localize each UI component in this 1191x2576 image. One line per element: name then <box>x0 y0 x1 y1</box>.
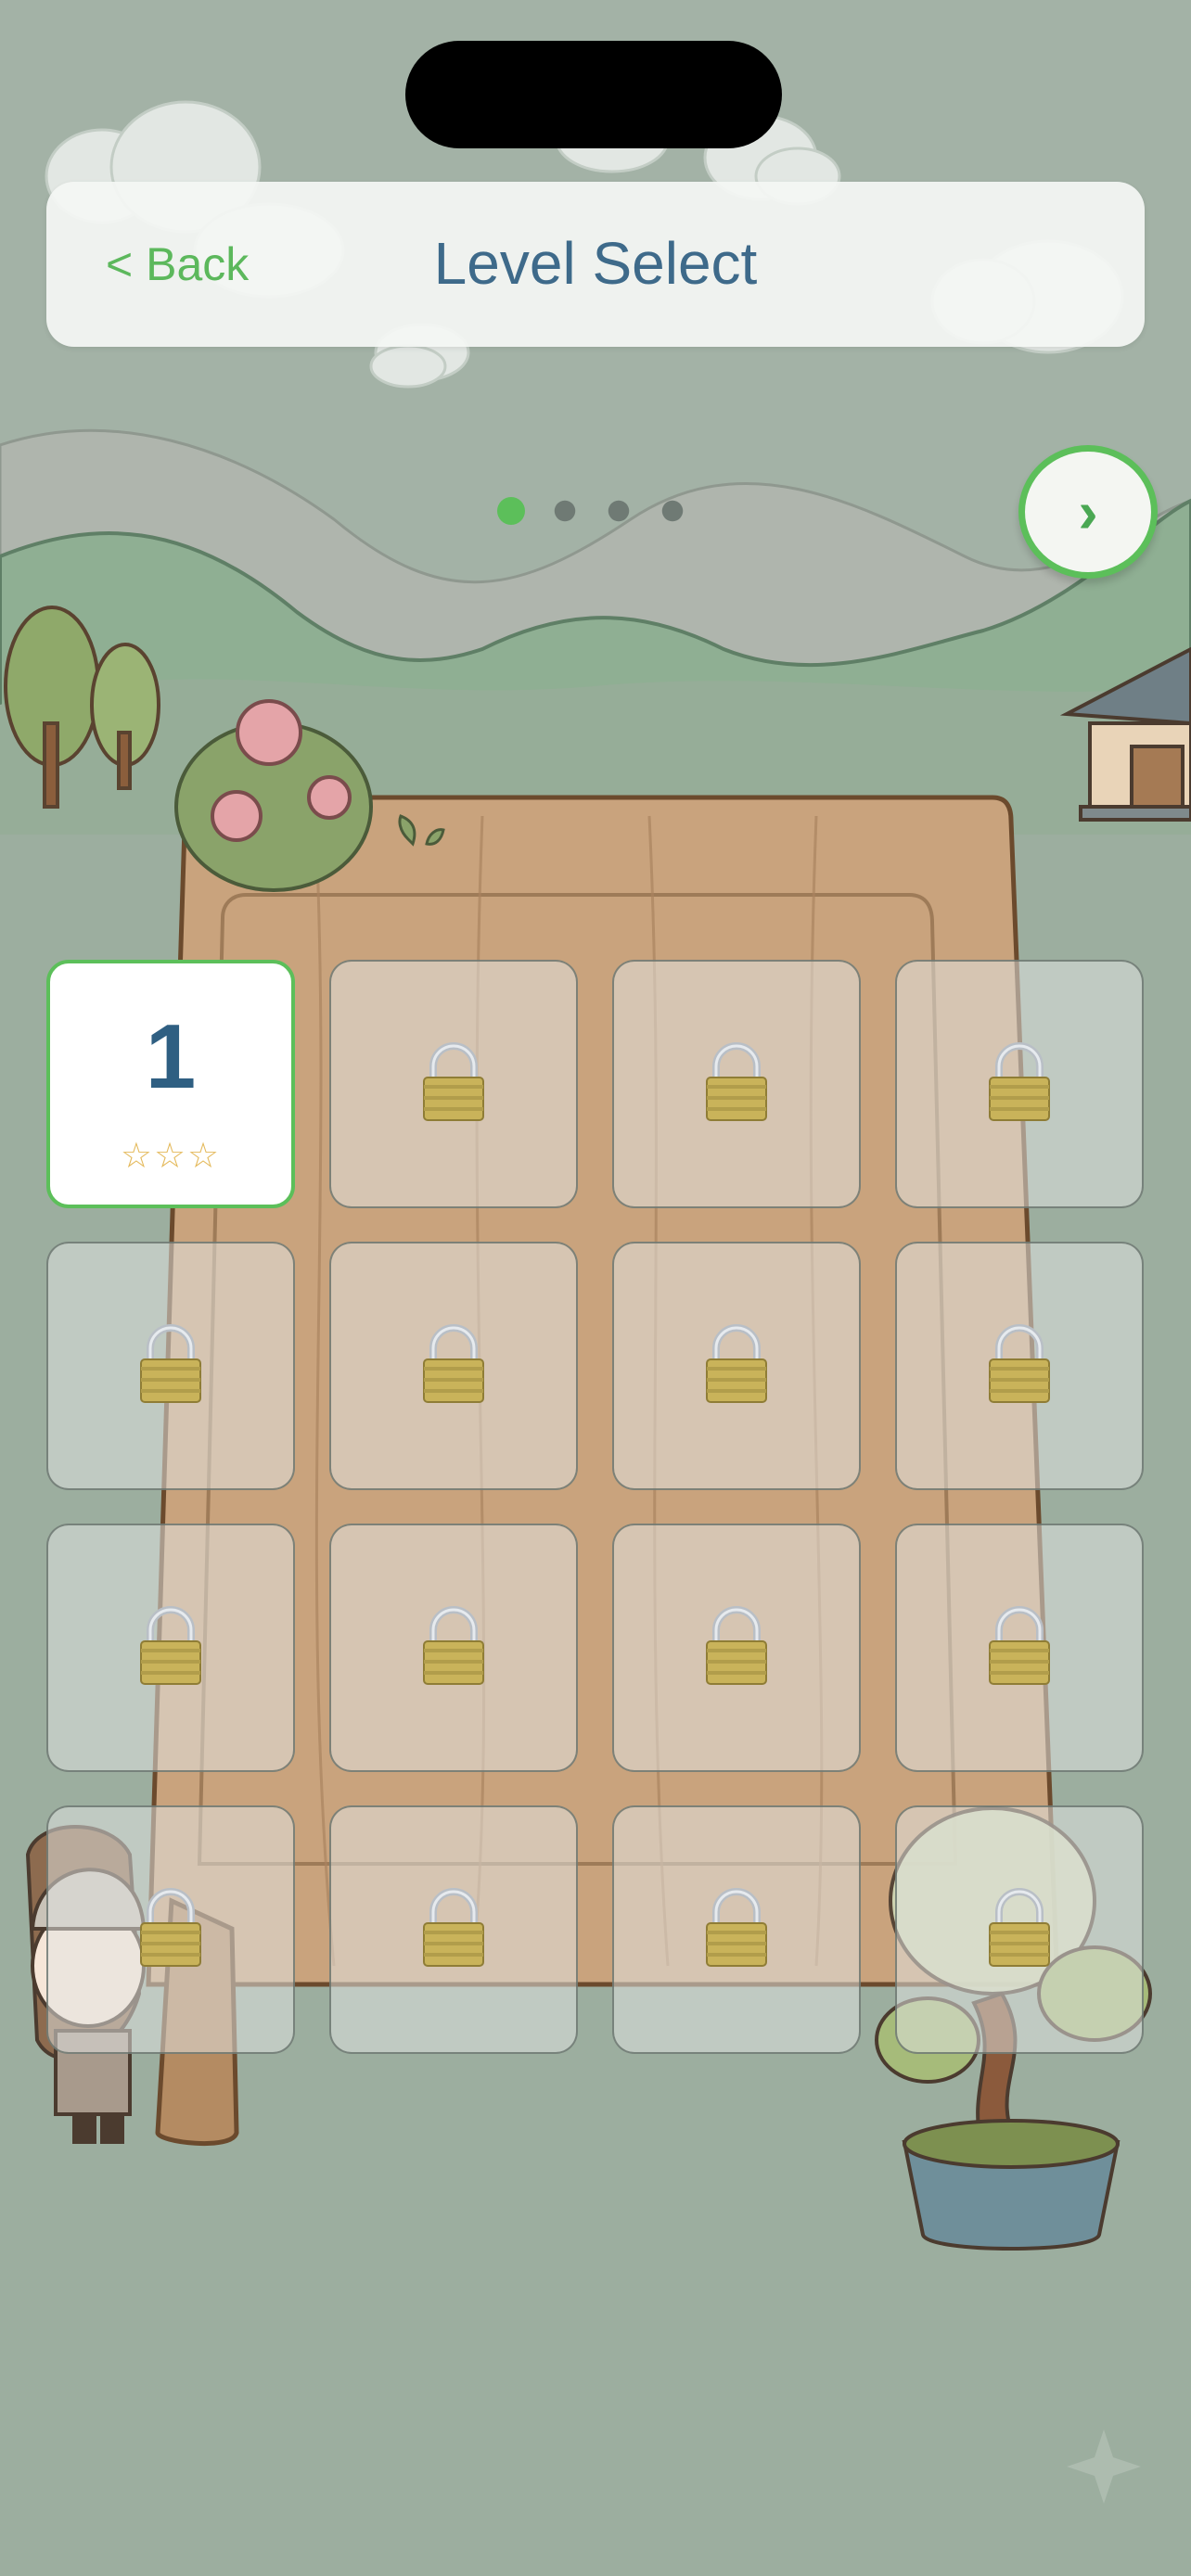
level-tile-16-locked[interactable] <box>895 1805 1144 2054</box>
page-dot-3[interactable] <box>608 500 630 522</box>
lock-icon <box>137 1605 204 1690</box>
level-tile-4-locked[interactable] <box>895 960 1144 1208</box>
lock-icon <box>703 1887 770 1972</box>
level-tile-14-locked[interactable] <box>329 1805 578 2054</box>
lock-icon <box>420 1887 487 1972</box>
lock-icon <box>420 1323 487 1409</box>
lock-icon <box>986 1041 1053 1127</box>
lock-icon <box>986 1605 1053 1690</box>
lock-icon <box>986 1887 1053 1972</box>
lock-icon <box>703 1323 770 1409</box>
page-dot-2[interactable] <box>554 500 576 522</box>
lock-icon <box>137 1323 204 1409</box>
level-tile-1[interactable]: 1 ☆☆☆ <box>46 960 295 1208</box>
header-bar: < Back Level Select <box>46 182 1145 347</box>
level-tile-10-locked[interactable] <box>329 1524 578 1772</box>
level-tile-7-locked[interactable] <box>612 1242 861 1490</box>
level-number: 1 <box>145 1004 197 1107</box>
level-tile-2-locked[interactable] <box>329 960 578 1208</box>
level-tile-13-locked[interactable] <box>46 1805 295 2054</box>
lock-icon <box>703 1041 770 1127</box>
level-tile-11-locked[interactable] <box>612 1524 861 1772</box>
lock-icon <box>420 1605 487 1690</box>
chevron-right-icon: › <box>1078 478 1098 545</box>
lock-icon <box>137 1887 204 1972</box>
level-tile-8-locked[interactable] <box>895 1242 1144 1490</box>
level-grid: 1 ☆☆☆ <box>46 960 1145 2054</box>
level-tile-5-locked[interactable] <box>46 1242 295 1490</box>
lock-icon <box>986 1323 1053 1409</box>
star-rating: ☆☆☆ <box>120 1136 222 1176</box>
level-tile-3-locked[interactable] <box>612 960 861 1208</box>
level-tile-9-locked[interactable] <box>46 1524 295 1772</box>
lock-icon <box>420 1041 487 1127</box>
page-dot-4[interactable] <box>661 500 684 522</box>
page-indicator <box>497 497 686 525</box>
page-dot-1[interactable] <box>497 497 525 525</box>
level-tile-6-locked[interactable] <box>329 1242 578 1490</box>
level-tile-15-locked[interactable] <box>612 1805 861 2054</box>
dynamic-island <box>405 41 782 148</box>
page-title: Level Select <box>433 230 758 297</box>
next-page-button[interactable]: › <box>1018 445 1158 579</box>
level-tile-12-locked[interactable] <box>895 1524 1144 1772</box>
lock-icon <box>703 1605 770 1690</box>
